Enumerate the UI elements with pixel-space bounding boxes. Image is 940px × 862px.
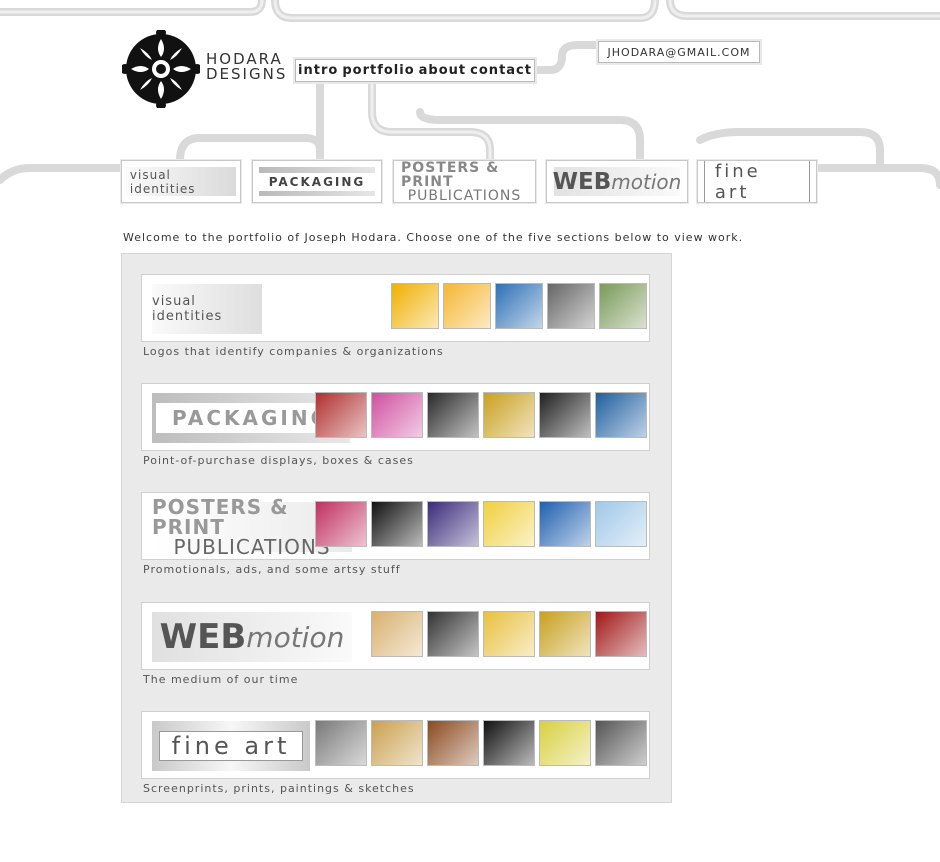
tab-posters-publications[interactable]: POSTERS & PRINT PUBLICATIONS: [393, 160, 536, 203]
tab-web-motion[interactable]: WEB motion: [546, 160, 688, 203]
portfolio-thumbnail[interactable]: [539, 501, 591, 547]
portfolio-thumbnail[interactable]: [483, 611, 535, 657]
portfolio-thumbnail[interactable]: [371, 611, 423, 657]
portfolio-thumbnail[interactable]: [427, 392, 479, 438]
thumbnail-strip: [371, 611, 647, 657]
section-title: visual identities: [152, 284, 262, 334]
portfolio-thumbnail[interactable]: [483, 720, 535, 766]
portfolio-thumbnail[interactable]: [595, 720, 647, 766]
portfolio-thumbnail[interactable]: [539, 611, 591, 657]
tab-motion-label: motion: [611, 169, 682, 194]
portfolio-thumbnail[interactable]: [483, 501, 535, 547]
section-posters-publications[interactable]: POSTERS & PRINT PUBLICATIONS: [141, 492, 650, 560]
tab-packaging[interactable]: PACKAGING: [252, 160, 382, 203]
tab-web-label: WEB: [552, 168, 612, 195]
portfolio-thumbnail[interactable]: [371, 501, 423, 547]
section-title-text: visual identities: [152, 294, 223, 324]
section-description: The medium of our time: [143, 673, 299, 686]
tab-visual-identities-label: visual identities: [129, 167, 196, 196]
nav-contact[interactable]: contact: [470, 63, 532, 78]
section-packaging[interactable]: PACKAGING: [141, 383, 650, 451]
thumbnail-strip: [315, 720, 647, 766]
tab-fine-art[interactable]: fine art: [697, 160, 817, 203]
portfolio-thumbnail[interactable]: [539, 720, 591, 766]
portfolio-thumbnail[interactable]: [371, 720, 423, 766]
section-fine-art[interactable]: fine art: [141, 711, 650, 779]
thumbnail-strip: [315, 501, 647, 547]
section-description: Logos that identify companies & organiza…: [143, 345, 444, 358]
section-description: Screenprints, prints, paintings & sketch…: [143, 782, 415, 795]
tab-posters-label-2: PUBLICATIONS: [407, 187, 522, 203]
portfolio-thumbnail[interactable]: [391, 283, 439, 329]
portfolio-thumbnail[interactable]: [483, 392, 535, 438]
portfolio-thumbnail[interactable]: [315, 501, 367, 547]
nav-portfolio[interactable]: portfolio: [342, 63, 414, 78]
tab-fine-art-label: fine art: [703, 161, 811, 202]
brand-line-2: DESIGNS: [206, 65, 288, 83]
tab-packaging-label: PACKAGING: [254, 172, 380, 191]
section-title-line-2: PUBLICATIONS: [173, 535, 331, 559]
section-web-motion[interactable]: WEB motion: [141, 602, 650, 670]
main-nav: intro portfolio about contact: [295, 59, 535, 82]
portfolio-thumbnail[interactable]: [547, 283, 595, 329]
section-description: Promotionals, ads, and some artsy stuff: [143, 563, 401, 576]
portfolio-thumbnail[interactable]: [599, 283, 647, 329]
email-link[interactable]: JHODARA@GMAIL.COM: [598, 41, 760, 63]
section-description: Point-of-purchase displays, boxes & case…: [143, 454, 414, 467]
portfolio-thumbnail[interactable]: [539, 392, 591, 438]
portfolio-thumbnail[interactable]: [315, 720, 367, 766]
thumbnail-strip: [391, 283, 647, 329]
tab-posters-label-1: POSTERS & PRINT: [401, 160, 500, 190]
portfolio-thumbnail[interactable]: [495, 283, 543, 329]
portfolio-thumbnail[interactable]: [595, 392, 647, 438]
portfolio-thumbnail[interactable]: [595, 611, 647, 657]
section-title-motion: motion: [246, 620, 345, 654]
portfolio-thumbnail[interactable]: [427, 611, 479, 657]
nav-intro[interactable]: intro: [298, 63, 338, 78]
thumbnail-strip: [315, 392, 647, 438]
portfolio-thumbnail[interactable]: [371, 392, 423, 438]
section-title-web: WEB: [159, 617, 247, 657]
section-title: WEB motion: [152, 612, 352, 662]
section-title-text: fine art: [158, 731, 304, 761]
portfolio-thumbnail[interactable]: [427, 501, 479, 547]
portfolio-thumbnail[interactable]: [595, 501, 647, 547]
section-title: fine art: [152, 721, 310, 771]
portfolio-thumbnail[interactable]: [427, 720, 479, 766]
portfolio-thumbnail[interactable]: [315, 392, 367, 438]
welcome-text: Welcome to the portfolio of Joseph Hodar…: [123, 231, 744, 244]
mandala-logo-icon[interactable]: [122, 30, 200, 108]
tab-visual-identities[interactable]: visual identities: [121, 160, 241, 203]
section-visual-identities[interactable]: visual identities: [141, 274, 650, 342]
nav-about[interactable]: about: [419, 63, 466, 78]
brand-name[interactable]: HODARA DESIGNS: [206, 52, 287, 82]
portfolio-thumbnail[interactable]: [443, 283, 491, 329]
